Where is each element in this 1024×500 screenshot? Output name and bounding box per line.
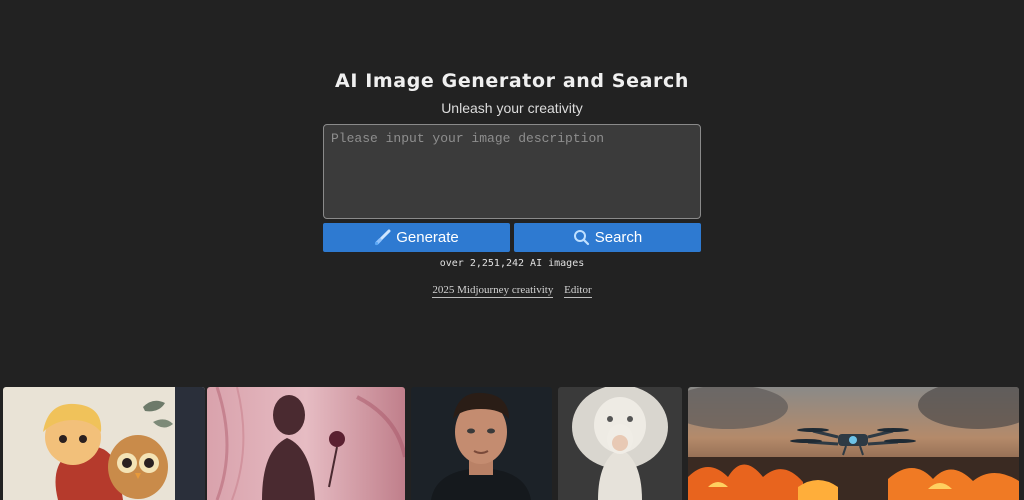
magnifier-icon (573, 229, 590, 246)
footer-links: 2025 Midjourney creativity Editor (0, 284, 1024, 298)
prompt-input[interactable] (323, 124, 701, 219)
image-gallery (0, 387, 1024, 500)
gallery-thumb[interactable] (207, 387, 405, 500)
midjourney-creativity-link[interactable]: 2025 Midjourney creativity (432, 284, 554, 298)
gallery-thumb[interactable] (688, 387, 1019, 500)
gallery-thumb[interactable] (411, 387, 552, 500)
generate-button[interactable]: Generate (323, 223, 510, 252)
gallery-thumb[interactable] (3, 387, 205, 500)
man-portrait-image (411, 387, 552, 500)
editor-link[interactable]: Editor (564, 284, 592, 298)
generate-button-label: Generate (396, 229, 459, 246)
search-button[interactable]: Search (514, 223, 701, 252)
search-button-label: Search (594, 229, 643, 246)
brush-icon (374, 229, 391, 246)
page-title: AI Image Generator and Search (335, 70, 689, 92)
gallery-thumb[interactable] (558, 387, 682, 500)
child-white-lion-image (558, 387, 682, 500)
image-count: over 2,251,242 AI images (439, 258, 585, 269)
woman-pink-veil-image (207, 387, 405, 500)
drone-burning-city-image (688, 387, 1019, 500)
cartoon-child-owl-image (3, 387, 205, 500)
page-subtitle: Unleash your creativity (441, 100, 583, 116)
